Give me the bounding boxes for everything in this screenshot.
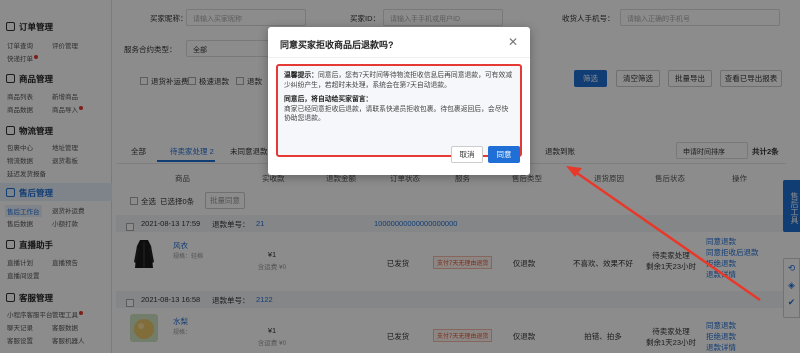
dialog-notice-box: 温馨提示：同意后，您有7天时间等待物流拒收信息后再同意退款，可有效减少纠纷产生，… [276, 64, 522, 157]
message-label: 同意后，将自动给买家留言： [284, 96, 373, 104]
agree-button[interactable]: 同意 [488, 146, 520, 163]
close-icon[interactable]: ✕ [508, 35, 518, 49]
tip-text: 同意后，您有7天时间等待物流拒收信息后再同意退款，可有效减少纠纷产生，若超时未处… [284, 72, 513, 89]
tip-label: 温馨提示： [284, 72, 318, 79]
confirm-dialog: 同意买家拒收商品后退款吗? ✕ 温馨提示：同意后，您有7天时间等待物流拒收信息后… [268, 27, 530, 175]
divider [268, 57, 530, 58]
cancel-button[interactable]: 取消 [451, 146, 483, 163]
tip-paragraph: 温馨提示：同意后，您有7天时间等待物流拒收信息后再同意退款，可有效减少纠纷产生，… [284, 71, 514, 90]
message-text: 商家已经同意拒收后退款，请联系快递员拒收包裹。待包裹返回后，会尽快协助您退款。 [284, 105, 509, 123]
dialog-title: 同意买家拒收商品后退款吗? [280, 40, 394, 50]
